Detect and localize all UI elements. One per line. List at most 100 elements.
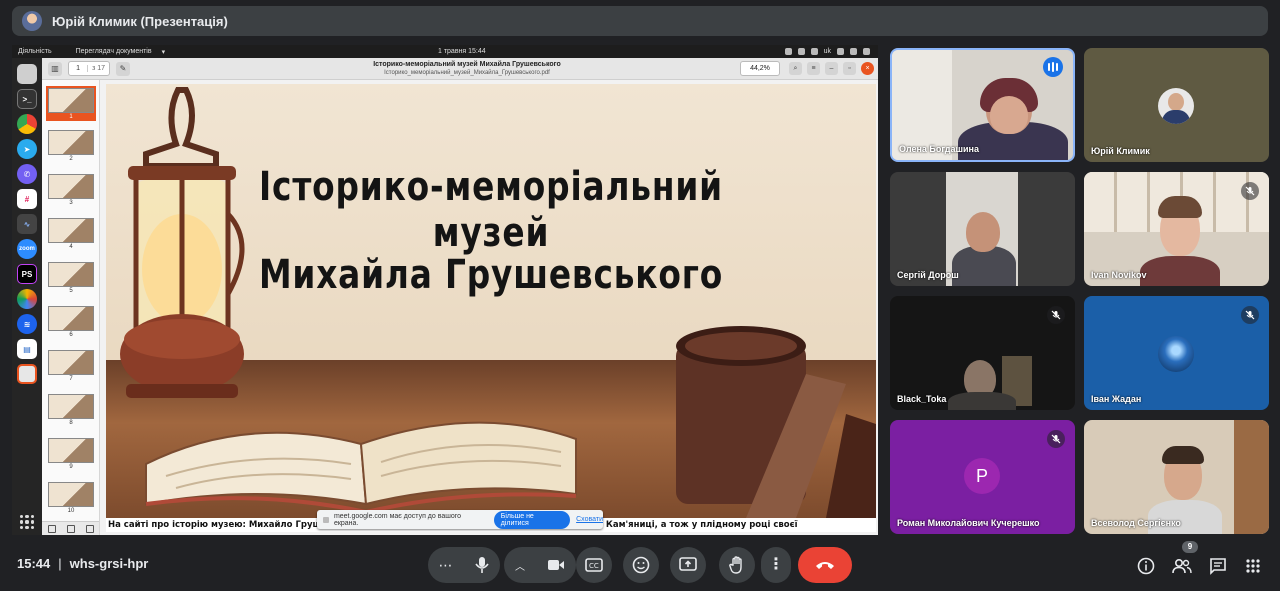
menu-icon[interactable]: ≡ (807, 62, 820, 75)
minimize-icon[interactable]: – (825, 62, 838, 75)
annotate-icon[interactable]: ✎ (116, 61, 130, 76)
chat-button[interactable] (1206, 554, 1230, 578)
participant-name: Юрій Климик (1091, 146, 1150, 156)
thumbnail-image (48, 218, 94, 243)
search-icon[interactable]: ⌕ (789, 62, 802, 75)
meeting-details-button[interactable] (1134, 554, 1158, 578)
participant-name: Олена Богдашина (899, 144, 979, 154)
activities-button[interactable] (1241, 554, 1265, 578)
apps-grid-icon[interactable] (20, 515, 34, 529)
thumbnail-page[interactable]: 8 (48, 394, 94, 426)
slack-icon[interactable]: # (17, 189, 37, 209)
mic-control-group: ⋯ (428, 547, 500, 583)
leave-call-button[interactable] (798, 547, 852, 583)
video-person (1148, 500, 1222, 534)
participant-tile[interactable]: Black_Toka (890, 296, 1075, 410)
participant-tile[interactable]: Юрій Климик (1084, 48, 1269, 162)
keyboard-layout[interactable]: uk (824, 48, 831, 55)
video-person (1162, 446, 1204, 464)
viewer-toolbar: ▥ 1 з 17 ✎ Історико-меморіальний музей М… (42, 58, 878, 80)
thumbnail-number: 5 (69, 288, 73, 294)
app-menu[interactable]: Переглядач документів (76, 48, 152, 55)
hide-banner-link[interactable]: Сховати (576, 516, 603, 523)
annotations-mode-icon[interactable] (86, 524, 95, 533)
sidebar-toggle-icon[interactable]: ▥ (48, 61, 62, 76)
monitor-icon[interactable]: ∿ (17, 214, 37, 234)
thumbnail-page[interactable]: 4 (48, 218, 94, 250)
document-viewer-icon[interactable] (17, 364, 37, 384)
page-selector[interactable]: 1 з 17 (68, 61, 110, 76)
zoom-icon[interactable]: zoom (17, 239, 37, 259)
participant-name: Ivan Novikov (1091, 270, 1147, 280)
photos-icon[interactable] (17, 289, 37, 309)
meeting-controls-bar: 15:44 | whs-grsi-hpr ⋯ ︿ CC ⋮ 9 (0, 536, 1280, 591)
docker-icon[interactable]: ≋ (17, 314, 37, 334)
thumbnail-page[interactable]: 6 (48, 306, 94, 338)
microphone-icon[interactable] (474, 556, 490, 574)
thumbnail-image (48, 350, 94, 375)
thumbnail-page[interactable]: 3 (48, 174, 94, 206)
more-audio-options-icon[interactable]: ⋯ (439, 557, 453, 574)
present-icon (679, 557, 697, 571)
desktop-top-bar: Діяльність Переглядач документів ▾ 1 тра… (12, 45, 878, 58)
participant-avatar (1158, 336, 1194, 372)
reactions-button[interactable] (623, 547, 659, 583)
participant-tile[interactable]: Всеволод Сергієнко (1084, 420, 1269, 534)
meeting-code[interactable]: whs-grsi-hpr (70, 556, 149, 571)
thumbnail-image (48, 438, 94, 463)
chrome-icon[interactable] (17, 114, 37, 134)
thumbnail-page[interactable]: 10 (48, 482, 94, 514)
thumbnail-page[interactable]: 5 (48, 262, 94, 294)
separator: | (58, 556, 62, 571)
participant-tile[interactable]: Ivan Novikov (1084, 172, 1269, 286)
participant-name: Іван Жадан (1091, 394, 1142, 404)
slide-illustration (120, 87, 876, 518)
present-screen-button[interactable] (670, 547, 706, 583)
video-person (990, 96, 1028, 134)
files-icon[interactable] (17, 64, 37, 84)
thumbnail-page[interactable]: 7 (48, 350, 94, 382)
captions-button[interactable]: CC (576, 547, 612, 583)
thumbnail-image (48, 88, 94, 113)
telegram-icon[interactable]: ➤ (17, 139, 37, 159)
people-button[interactable] (1170, 554, 1194, 578)
viber-icon[interactable]: ✆ (17, 164, 37, 184)
close-icon[interactable]: × (861, 62, 874, 75)
participant-tile[interactable]: Сергій Дорош (890, 172, 1075, 286)
maximize-icon[interactable]: ▫ (843, 62, 856, 75)
participant-name: Всеволод Сергієнко (1091, 518, 1181, 528)
desktop-clock[interactable]: 1 травня 15:44 (438, 48, 486, 55)
sidebar-mode-switcher[interactable] (42, 521, 99, 535)
presentation-header: Юрій Климик (Презентація) (12, 6, 1268, 36)
more-options-button[interactable]: ⋮ (761, 547, 791, 583)
chat-icon (1210, 558, 1226, 575)
participant-tile[interactable]: Іван Жадан (1084, 296, 1269, 410)
thumbnails-mode-icon[interactable] (47, 524, 56, 533)
volume-icon (850, 48, 857, 55)
mic-off-icon (1047, 430, 1065, 448)
writer-icon[interactable]: ▤ (17, 339, 37, 359)
thumbnail-page[interactable]: 9 (48, 438, 94, 470)
thumbnail-number: 3 (69, 200, 73, 206)
raise-hand-button[interactable] (719, 547, 755, 583)
presentation-title: Юрій Климик (Презентація) (52, 13, 228, 29)
chevron-up-icon[interactable]: ︿ (515, 558, 525, 573)
chevron-down-icon: ▾ (161, 48, 166, 56)
zoom-level[interactable]: 44,2% (740, 61, 780, 76)
thumbnail-image (48, 394, 94, 419)
participant-tile[interactable]: Р Роман Миколайович Кучерешко (890, 420, 1075, 534)
thumbnail-page[interactable]: 1 (46, 86, 96, 121)
camera-icon[interactable] (547, 558, 565, 572)
thumbnail-number: 4 (69, 244, 73, 250)
screen-share-banner: meet.google.com має доступ до вашого екр… (317, 510, 603, 529)
page-current[interactable]: 1 (69, 65, 89, 72)
stop-sharing-button[interactable]: Більше не ділитися (493, 510, 571, 529)
participant-tile[interactable]: Олена Богдашина (890, 48, 1075, 162)
system-tray[interactable]: uk (784, 48, 870, 55)
activities-button[interactable]: Діяльність (18, 48, 52, 55)
thumbnail-page[interactable]: 2 (48, 130, 94, 162)
video-person (948, 392, 1016, 410)
outline-mode-icon[interactable] (66, 524, 75, 533)
terminal-icon[interactable]: >_ (17, 89, 37, 109)
phpstorm-icon[interactable]: PS (17, 264, 37, 284)
